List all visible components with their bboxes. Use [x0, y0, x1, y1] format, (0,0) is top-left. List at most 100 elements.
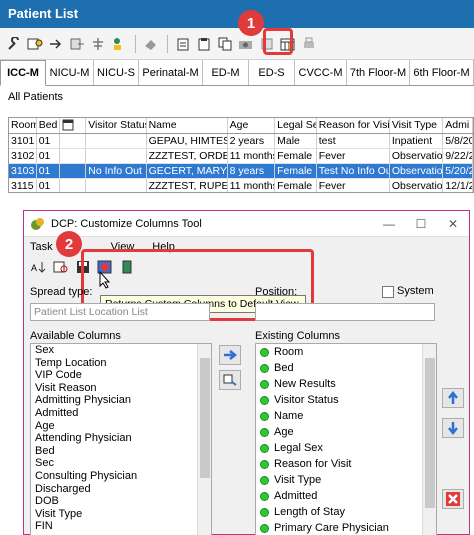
- active-dot-icon: [260, 523, 269, 533]
- col-header-admit[interactable]: Admi: [443, 118, 473, 133]
- list-title: All Patients: [8, 91, 64, 103]
- col-header-bed[interactable]: Bed: [37, 118, 61, 133]
- col-header-visit-type[interactable]: Visit Type: [390, 118, 444, 133]
- tab-icc-m[interactable]: ICC-M: [0, 60, 46, 86]
- copy-icon[interactable]: [215, 35, 234, 53]
- list-item[interactable]: Primary Care Physician: [256, 520, 436, 535]
- system-checkbox[interactable]: [382, 286, 394, 298]
- properties-icon[interactable]: [25, 35, 44, 53]
- col-header-notes[interactable]: [60, 118, 87, 133]
- list-item[interactable]: Admitted: [31, 407, 211, 420]
- cell-bed: 01: [37, 164, 61, 178]
- list-item[interactable]: New Results: [256, 376, 436, 392]
- main-toolbar: [0, 28, 474, 60]
- col-header-room[interactable]: Room: [9, 118, 37, 133]
- tab-nicu-m[interactable]: NICU-M: [46, 60, 94, 85]
- cell-room: 3102: [9, 149, 37, 163]
- cell-visit-type: Observation: [391, 179, 444, 192]
- print-icon[interactable]: [299, 35, 318, 53]
- list-item[interactable]: Visit Type: [256, 472, 436, 488]
- list-item[interactable]: Visitor Status: [256, 392, 436, 408]
- scrollbar-thumb[interactable]: [200, 358, 210, 478]
- menu-task[interactable]: Task: [30, 241, 53, 253]
- maximize-button[interactable]: ☐: [405, 217, 437, 231]
- list-item[interactable]: Bed: [256, 360, 436, 376]
- sort-az-icon[interactable]: A: [30, 259, 48, 275]
- cell-notes: [60, 149, 87, 163]
- col-header-legal-sex[interactable]: Legal Sex: [275, 118, 317, 133]
- remove-column-button[interactable]: [442, 489, 464, 509]
- col-header-reason[interactable]: Reason for Visit: [317, 118, 390, 133]
- active-dot-icon: [260, 491, 269, 501]
- existing-scrollbar[interactable]: [422, 344, 436, 535]
- tab-ed-m[interactable]: ED-M: [203, 60, 249, 85]
- col-header-visitor-status[interactable]: Visitor Status: [86, 118, 147, 133]
- add-all-columns-button[interactable]: [219, 370, 241, 390]
- list-item[interactable]: Sec: [31, 457, 211, 470]
- app-icon: [31, 217, 44, 230]
- table-row[interactable]: 3102 01 ZZZTEST, ORDERS 11 months Female…: [9, 149, 473, 164]
- list-item[interactable]: VIP Code: [31, 369, 211, 382]
- clipboard2-icon[interactable]: [194, 35, 213, 53]
- list-item[interactable]: Sex: [31, 344, 211, 357]
- minimize-button[interactable]: —: [373, 217, 405, 231]
- spread-type-select[interactable]: Patient List Location List: [30, 303, 210, 321]
- list-item[interactable]: Reason for Visit: [256, 456, 436, 472]
- list-item[interactable]: Temp Location: [31, 357, 211, 370]
- scrollbar-thumb[interactable]: [425, 358, 435, 508]
- cell-name: GECERT, MARY: [148, 164, 228, 178]
- camera-icon[interactable]: [236, 35, 255, 53]
- wrench-icon[interactable]: [4, 35, 23, 53]
- table-row[interactable]: 3115 01 ZZZTEST, RUPERT 11 months Female…: [9, 179, 473, 192]
- col-header-age[interactable]: Age: [228, 118, 276, 133]
- col-header-name[interactable]: Name: [147, 118, 228, 133]
- list-item[interactable]: Age: [256, 424, 436, 440]
- list-item-label: Visitor Status: [274, 394, 339, 406]
- tab-nicu-s[interactable]: NICU-S: [94, 60, 139, 85]
- table-row-selected[interactable]: 3103 01 No Info Out GECERT, MARY 8 years…: [9, 164, 473, 179]
- tab-perinatal-m[interactable]: Perinatal-M: [139, 60, 203, 85]
- available-columns-list[interactable]: Sex Temp Location VIP Code Visit Reason …: [30, 343, 212, 535]
- forward-icon[interactable]: [46, 35, 65, 53]
- list-item[interactable]: Name: [256, 408, 436, 424]
- cell-notes: [60, 179, 87, 192]
- list-item[interactable]: Attending Physician: [31, 432, 211, 445]
- cell-legal-sex: Female: [275, 149, 317, 163]
- list-item[interactable]: FIN: [31, 520, 211, 533]
- tree-icon[interactable]: [88, 35, 107, 53]
- transfer-icon[interactable]: [67, 35, 86, 53]
- close-button[interactable]: ✕: [437, 217, 469, 231]
- eraser-icon[interactable]: [141, 35, 160, 53]
- position-select[interactable]: [255, 303, 435, 321]
- list-item[interactable]: Visit Type: [31, 508, 211, 521]
- tab-7th-floor-m[interactable]: 7th Floor-M: [347, 60, 410, 85]
- cell-bed: 01: [37, 149, 61, 163]
- list-item[interactable]: Bed: [31, 445, 211, 458]
- available-scrollbar[interactable]: [197, 344, 211, 535]
- find-icon[interactable]: [52, 259, 70, 275]
- list-item[interactable]: Length of Stay: [256, 504, 436, 520]
- list-item[interactable]: Age: [31, 420, 211, 433]
- tab-cvcc-m[interactable]: CVCC-M: [295, 60, 347, 85]
- table-row[interactable]: 3101 01 GEPAU, HIMTEST81 2 years Male te…: [9, 134, 473, 149]
- list-item[interactable]: Room: [256, 344, 436, 360]
- list-item[interactable]: Legal Sex: [256, 440, 436, 456]
- dialog-titlebar[interactable]: DCP: Customize Columns Tool — ☐ ✕: [24, 211, 469, 237]
- list-item[interactable]: Admitting Physician: [31, 394, 211, 407]
- list-item[interactable]: DOB: [31, 495, 211, 508]
- list-item[interactable]: Discharged: [31, 483, 211, 496]
- add-column-button[interactable]: [219, 345, 241, 365]
- tab-6th-floor-m[interactable]: 6th Floor-M: [410, 60, 474, 85]
- move-up-button[interactable]: [442, 388, 464, 408]
- available-columns-label: Available Columns: [30, 330, 121, 342]
- tab-ed-s[interactable]: ED-S: [249, 60, 295, 85]
- move-down-button[interactable]: [442, 418, 464, 438]
- system-label: System: [397, 285, 434, 297]
- existing-columns-list[interactable]: Room Bed New Results Visitor Status Name…: [255, 343, 437, 535]
- clipboard-icon[interactable]: [173, 35, 192, 53]
- people-icon[interactable]: [109, 35, 128, 53]
- list-item[interactable]: Consulting Physician: [31, 470, 211, 483]
- list-item[interactable]: Visit Reason: [31, 382, 211, 395]
- list-item[interactable]: Admitted: [256, 488, 436, 504]
- cell-age: 11 months: [229, 179, 276, 192]
